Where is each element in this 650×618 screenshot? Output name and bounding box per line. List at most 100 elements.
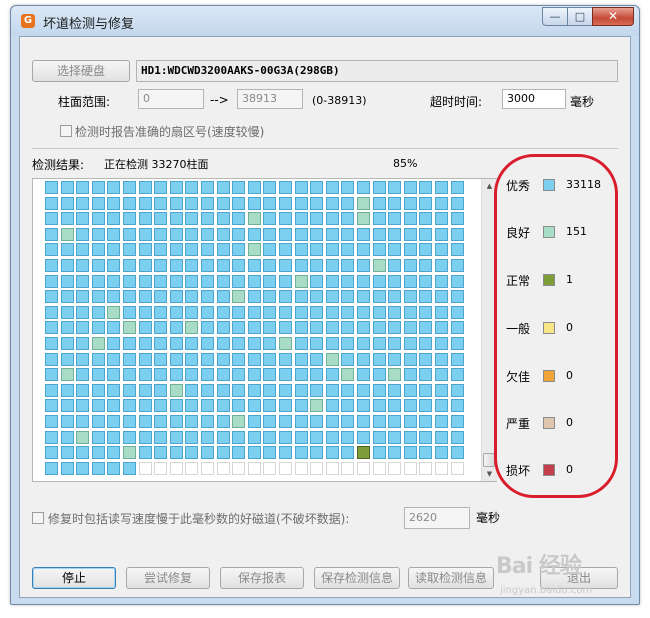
cylinder-cell (138, 321, 152, 335)
cylinder-cell (263, 196, 277, 210)
app-icon: G (21, 14, 35, 28)
cylinder-cell (185, 274, 199, 288)
cylinder-cell (450, 399, 464, 413)
title-bar[interactable]: G 坏道检测与修复 — □ ✕ (11, 6, 639, 36)
cylinder-cell (169, 446, 183, 460)
cylinder-cell (138, 461, 152, 475)
cylinder-cell (91, 415, 105, 428)
cylinder-cell (45, 415, 58, 428)
repair-slow-checkbox[interactable] (32, 512, 44, 524)
cylinder-cell (123, 243, 136, 257)
cylinder-cell (435, 259, 448, 272)
cylinder-cell (325, 461, 339, 475)
range-end-input[interactable]: 38913 (237, 89, 303, 109)
cylinder-cell (403, 321, 417, 335)
cylinder-cell (372, 290, 386, 304)
cylinder-cell (91, 337, 105, 350)
cylinder-cell (388, 227, 402, 241)
save-report-button[interactable]: 保存报表 (220, 567, 304, 589)
timeout-input[interactable]: 3000 (502, 89, 566, 109)
cylinder-cell (419, 352, 433, 366)
disk-name-field: HD1:WDCWD3200AAKS-00G3A(298GB) (136, 60, 618, 82)
cylinder-cell (232, 337, 246, 350)
cylinder-cell (216, 274, 230, 288)
cylinder-cell (91, 290, 105, 304)
cylinder-cell (357, 274, 370, 288)
cylinder-cell (76, 368, 90, 382)
cylinder-cell (325, 196, 339, 210)
cylinder-cell (91, 181, 105, 194)
cylinder-cell (154, 352, 168, 366)
cylinder-cell (325, 321, 339, 335)
cylinder-cell (107, 383, 121, 397)
cylinder-cell (60, 399, 74, 413)
cylinder-cell (247, 321, 261, 335)
cylinder-cell (403, 274, 417, 288)
cylinder-cell (372, 430, 386, 444)
load-info-button[interactable]: 读取检测信息 (408, 567, 494, 589)
highlight-circle (494, 154, 618, 498)
cylinder-cell (279, 337, 292, 350)
cylinder-cell (403, 290, 417, 304)
try-repair-button[interactable]: 尝试修复 (126, 567, 210, 589)
cylinder-cell (232, 227, 246, 241)
repair-threshold-input[interactable]: 2620 (404, 507, 470, 529)
cylinder-cell (201, 461, 214, 475)
cylinder-cell (247, 461, 261, 475)
cylinder-cell (310, 227, 324, 241)
cylinder-cell (310, 415, 324, 428)
range-start-input[interactable]: 0 (138, 89, 204, 109)
cylinder-cell (76, 290, 90, 304)
cylinder-cell (388, 321, 402, 335)
minimize-button[interactable]: — (542, 7, 568, 26)
cylinder-cell (138, 352, 152, 366)
cylinder-cell (107, 181, 121, 194)
cylinder-cell (45, 290, 58, 304)
cylinder-cell (91, 227, 105, 241)
cylinder-cell (294, 196, 308, 210)
stop-button[interactable]: 停止 (32, 567, 116, 589)
cylinder-cell (419, 196, 433, 210)
cylinder-cell (91, 243, 105, 257)
cylinder-cell (263, 181, 277, 194)
cylinder-cell (325, 337, 339, 350)
cylinder-cell (60, 181, 74, 194)
cylinder-cell (138, 399, 152, 413)
cylinder-cell (388, 383, 402, 397)
cylinder-cell (263, 259, 277, 272)
cylinder-cell (372, 227, 386, 241)
cylinder-cell (76, 305, 90, 319)
cylinder-cell (310, 461, 324, 475)
cylinder-cell (310, 243, 324, 257)
cylinder-cell (60, 352, 74, 366)
cylinder-cell (154, 181, 168, 194)
cylinder-cell (435, 305, 448, 319)
cylinder-cell (45, 259, 58, 272)
cylinder-cell (279, 227, 292, 241)
cylinder-cell (450, 352, 464, 366)
report-sector-checkbox[interactable] (60, 125, 72, 137)
cylinder-cell (107, 243, 121, 257)
cylinder-cell (357, 383, 370, 397)
cylinder-cell (325, 399, 339, 413)
cylinder-cell (216, 368, 230, 382)
close-button[interactable]: ✕ (592, 7, 634, 26)
cylinder-cell (341, 196, 355, 210)
cylinder-cell (419, 212, 433, 226)
cylinder-cell (357, 290, 370, 304)
range-hint: (0-38913) (312, 94, 367, 107)
cylinder-cell (201, 415, 214, 428)
cylinder-cell (185, 399, 199, 413)
select-disk-button[interactable]: 选择硬盘 (32, 60, 130, 82)
cylinder-cell (247, 446, 261, 460)
cylinder-cell (388, 259, 402, 272)
cylinder-cell (372, 196, 386, 210)
cylinder-cell (294, 337, 308, 350)
cylinder-cell (60, 243, 74, 257)
cylinder-cell (60, 274, 74, 288)
cylinder-cell (279, 305, 292, 319)
maximize-button[interactable]: □ (567, 7, 593, 26)
cylinder-cell (232, 352, 246, 366)
save-info-button[interactable]: 保存检测信息 (314, 567, 400, 589)
cylinder-cell (232, 243, 246, 257)
